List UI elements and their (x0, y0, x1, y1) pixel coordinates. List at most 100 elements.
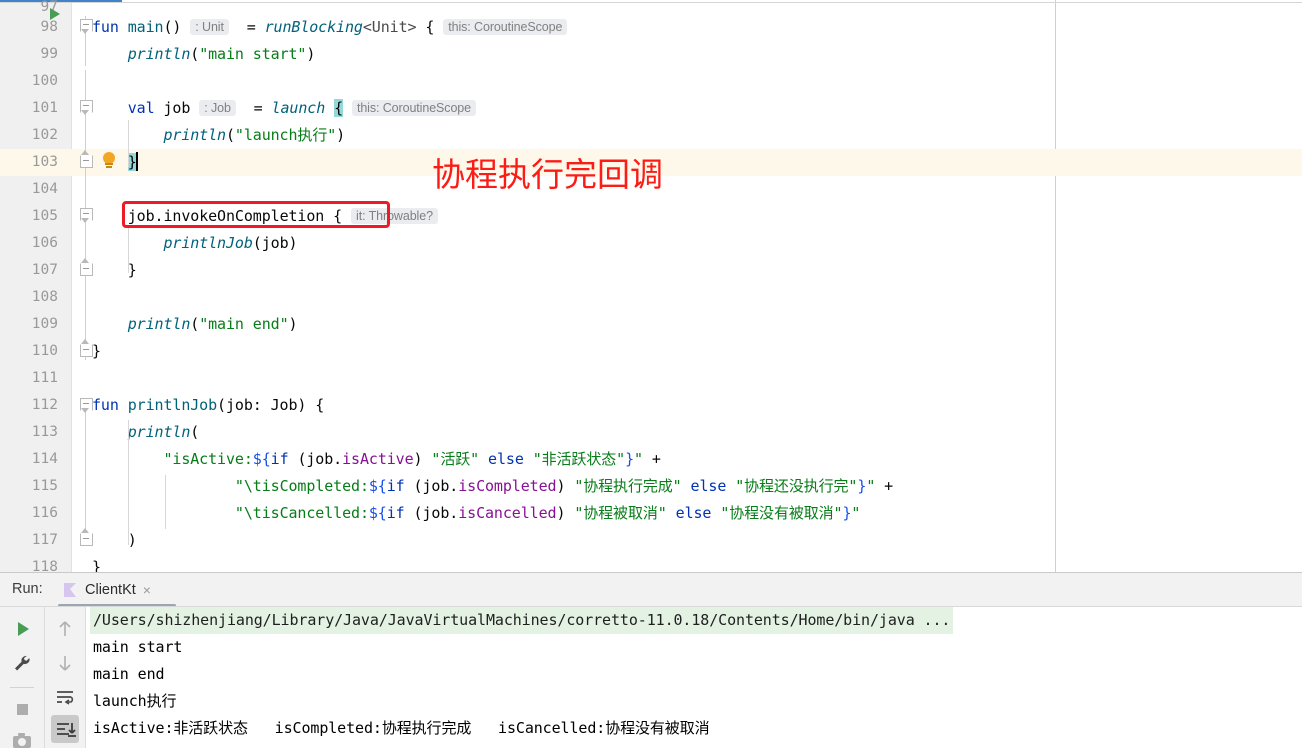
code-line[interactable]: 105 job.invokeOnCompletion { it: Throwab… (0, 203, 1302, 230)
code-token: println (127, 45, 191, 63)
code-line[interactable]: 111 (0, 365, 1302, 392)
code-line[interactable]: 98 fun main() : Unit = runBlocking<Unit> … (0, 14, 1302, 41)
console-command-line: /Users/shizhenjiang/Library/Java/JavaVir… (90, 607, 954, 634)
run-tab-label: ClientKt (85, 582, 136, 598)
edit-configurations-button[interactable] (8, 649, 36, 677)
code-editor[interactable]: 97 98 fun main() : Unit = runBlocking<Unit… (0, 0, 1302, 572)
code-token: ( (190, 423, 200, 441)
code-text: "\tisCancelled:${if (job.isCancelled) "协… (92, 500, 861, 527)
code-line[interactable]: 112 fun printlnJob(job: Job) { (0, 392, 1302, 419)
fold-marker[interactable] (80, 19, 93, 34)
code-token: } (92, 342, 101, 360)
code-token: "活跃" (431, 450, 480, 468)
console-output[interactable]: /Users/shizhenjiang/Library/Java/JavaVir… (86, 607, 1302, 748)
line-number: 101 (31, 100, 58, 116)
code-text: println("launch执行") (92, 122, 345, 149)
line-number: 100 (31, 73, 58, 89)
fold-marker[interactable] (80, 528, 93, 546)
code-token: if (270, 450, 298, 468)
code-token: "协程执行完成" (574, 477, 682, 495)
code-line[interactable]: 108 (0, 284, 1302, 311)
code-line[interactable]: 116 "\tisCancelled:${if (job.isCancelled… (0, 500, 1302, 527)
arrow-up-icon[interactable] (51, 615, 79, 643)
stop-button[interactable] (8, 695, 36, 723)
code-token: else (690, 477, 727, 495)
run-tool-window[interactable]: Run: ClientKt × /Users/shizhenjiang/Libr… (0, 572, 1302, 748)
code-text: ) (92, 527, 137, 554)
scroll-to-end-button[interactable] (51, 715, 79, 743)
code-line[interactable]: 114 "isActive:${if (job.isActive) "活跃" e… (0, 446, 1302, 473)
code-line[interactable]: 99 println("main start") (0, 41, 1302, 68)
annotation-text: 协程执行完回调 (432, 155, 663, 194)
run-tab-clientkt[interactable]: ClientKt × (62, 577, 151, 603)
code-text: "isActive:${if (job.isActive) "活跃" else … (92, 446, 661, 473)
fold-marker[interactable] (80, 258, 93, 276)
rerun-button[interactable] (8, 615, 36, 643)
code-token: launch (271, 99, 326, 117)
code-line[interactable]: 101 val job : Job = launch { this: Corou… (0, 95, 1302, 122)
line-number: 107 (31, 262, 58, 278)
toolbar-divider (10, 687, 34, 688)
code-text: fun printlnJob(job: Job) { (92, 392, 324, 419)
fold-marker[interactable] (80, 100, 93, 115)
code-token: "协程还没执行完" (735, 477, 858, 495)
code-line[interactable]: 102 println("launch执行") (0, 122, 1302, 149)
code-line[interactable]: 107 } (0, 257, 1302, 284)
run-toolbar-secondary (45, 607, 86, 748)
code-token: ) (413, 450, 432, 468)
fold-marker[interactable] (80, 208, 93, 223)
code-token: main (127, 18, 164, 36)
code-token: ${ (368, 477, 387, 495)
line-number: 116 (31, 505, 58, 521)
inlay-hint: : Job (199, 100, 236, 116)
code-line[interactable]: 100 (0, 68, 1302, 95)
code-token: val (127, 99, 164, 117)
close-icon[interactable]: × (143, 582, 151, 598)
fold-marker[interactable] (80, 398, 93, 413)
code-token: isCancelled: (261, 504, 369, 522)
run-tabbar: Run: ClientKt × (0, 573, 1302, 607)
indent-guide (165, 475, 166, 529)
fold-marker[interactable] (80, 150, 93, 168)
line-number: 110 (31, 343, 58, 359)
arrow-down-icon[interactable] (51, 649, 79, 677)
ide-window: 97 98 fun main() : Unit = runBlocking<Unit… (0, 0, 1302, 748)
line-number: 106 (31, 235, 58, 251)
code-token: () (163, 18, 182, 36)
intention-bulb-icon[interactable] (101, 152, 117, 170)
code-token: printlnJob (127, 396, 218, 414)
code-token: } (127, 261, 137, 279)
code-token: ) (556, 477, 575, 495)
soft-wrap-icon[interactable] (51, 683, 79, 711)
code-line[interactable]: 109 println("main end") (0, 311, 1302, 338)
console-output-line: main end (93, 665, 165, 683)
line-number: 102 (31, 127, 58, 143)
code-token: else (488, 450, 524, 468)
fold-marker[interactable] (80, 339, 93, 357)
camera-icon[interactable] (8, 727, 36, 748)
code-line[interactable]: 110} (0, 338, 1302, 365)
indent-guide (128, 420, 129, 545)
line-number: 103 (31, 154, 58, 170)
code-line[interactable]: 117 ) (0, 527, 1302, 554)
line-number: 117 (31, 532, 58, 548)
run-gutter-icon[interactable] (50, 8, 60, 20)
inlay-hint: this: CoroutineScope (351, 100, 476, 116)
code-line[interactable]: 118} (0, 554, 1302, 572)
code-line[interactable]: 113 println( (0, 419, 1302, 446)
code-line[interactable]: 106 printlnJob(job) (0, 230, 1302, 257)
code-token: + (642, 450, 661, 468)
console-output-line: main start (93, 638, 183, 656)
code-line[interactable]: 115 "\tisCompleted:${if (job.isCompleted… (0, 473, 1302, 500)
